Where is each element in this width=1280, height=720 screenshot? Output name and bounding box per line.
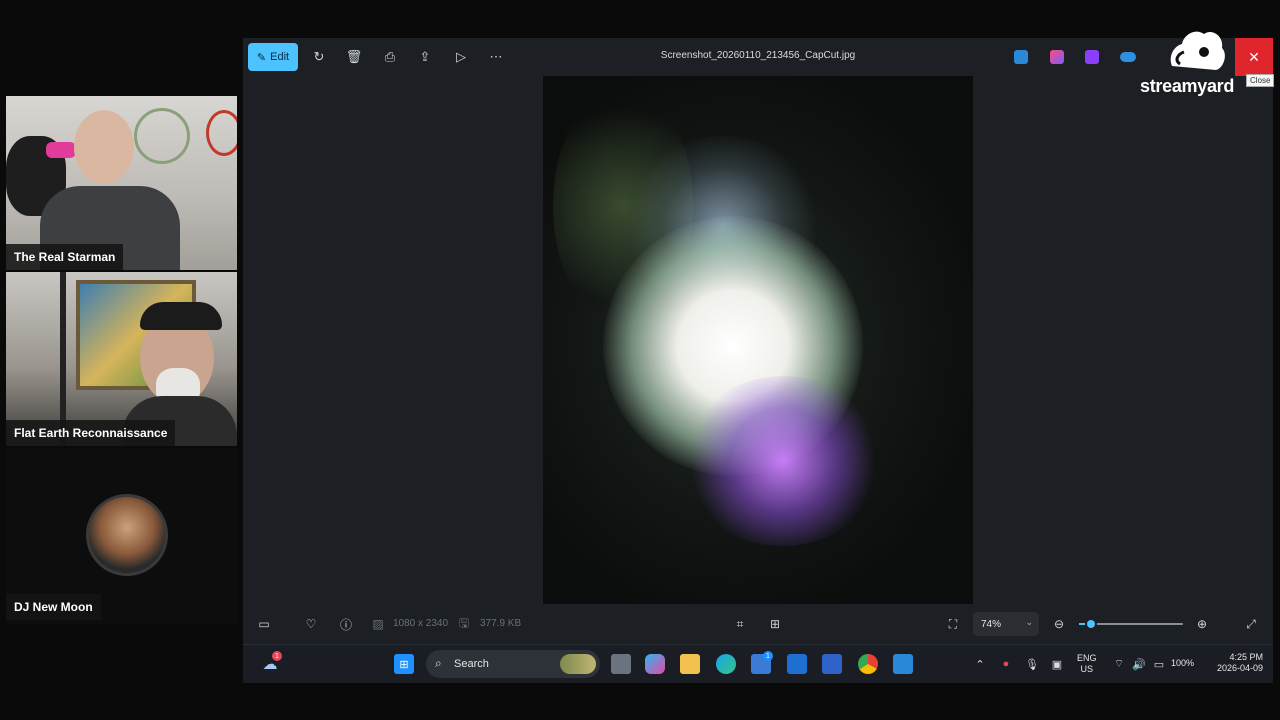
close-button[interactable]: ✕ xyxy=(1235,38,1273,76)
image-viewer[interactable] xyxy=(543,76,973,604)
weather-icon[interactable]: ☁ 1 xyxy=(260,651,282,674)
file-size: 377.9 KB xyxy=(480,618,522,629)
participant-name: DJ New Moon xyxy=(6,594,101,620)
volume-icon[interactable]: 🔊 xyxy=(1129,654,1149,674)
windows-taskbar: ☁ 1 ⊞ ⌕ Search 1 ⌃ ● 🎙 ▣ ENG US ⌔ 🔊 ▭ 10… xyxy=(243,644,1273,683)
start-icon[interactable]: ⊞ xyxy=(394,654,414,674)
battery-icon[interactable]: ▭ xyxy=(1149,654,1169,674)
task-view-icon[interactable] xyxy=(611,654,631,674)
fit-to-window-icon[interactable]: ⛶ xyxy=(944,615,962,633)
close-tooltip: Close xyxy=(1246,74,1275,87)
dimensions-icon: ▨ xyxy=(372,617,384,631)
search-highlight-image xyxy=(560,654,596,674)
language-indicator[interactable]: ENG US xyxy=(1077,653,1097,675)
zoom-in-icon[interactable]: ⊕ xyxy=(1193,615,1211,633)
region-code: US xyxy=(1080,664,1094,674)
zoom-slider[interactable] xyxy=(1079,618,1183,630)
photos-status-bar: ▭ ♡ ⓘ ▨ 1080 x 2340 🖫 377.9 KB ⌗ ⊞ ⛶ 74%… xyxy=(243,608,1273,640)
file-explorer-icon[interactable] xyxy=(680,654,700,674)
copilot-icon[interactable] xyxy=(645,654,665,674)
edge-icon[interactable] xyxy=(716,654,736,674)
wifi-icon[interactable]: ⌔ xyxy=(1109,654,1129,674)
mail-icon[interactable] xyxy=(787,654,807,674)
participant-name: The Real Starman xyxy=(6,244,124,270)
store-icon[interactable]: 1 xyxy=(751,651,773,674)
onedrive-icon[interactable] xyxy=(1120,52,1136,62)
app-tray-icon[interactable]: ● xyxy=(996,654,1016,674)
file-name: Screenshot_20260110_213456_CapCut.jpg xyxy=(660,50,856,61)
info-icon[interactable]: ⓘ xyxy=(337,615,355,633)
outlook-icon[interactable] xyxy=(822,654,842,674)
tray-window-icon[interactable]: ▣ xyxy=(1047,654,1067,674)
language-code: ENG xyxy=(1077,653,1097,663)
avatar xyxy=(86,494,168,576)
battery-level: 100% xyxy=(1171,658,1195,668)
chrome-icon[interactable] xyxy=(858,654,878,674)
zoom-value: 74% xyxy=(981,618,1002,630)
participant-tile-1: The Real Starman xyxy=(6,96,237,270)
zoom-slider-thumb[interactable] xyxy=(1085,618,1098,630)
clock[interactable]: 4:25 PM 2026-04-09 xyxy=(1205,652,1263,674)
participant-tile-3: DJ New Moon xyxy=(6,448,237,624)
taskbar-search[interactable]: ⌕ Search xyxy=(426,650,600,678)
clipchamp-icon[interactable] xyxy=(1085,50,1099,64)
store-badge: 1 xyxy=(763,651,773,661)
streamyard-logo-icon xyxy=(1170,31,1225,70)
designer-icon[interactable] xyxy=(1050,50,1064,64)
zoom-dropdown[interactable]: 74% ⌄ xyxy=(973,612,1039,636)
search-icon: ⌕ xyxy=(435,656,442,670)
photos-app-window: ✎ Edit ↻ 🗑 ⎙ ⇪ ▷ ⋯ Screenshot_20260110_2… xyxy=(243,38,1275,644)
chevron-up-icon[interactable]: ⌃ xyxy=(970,654,990,674)
streamyard-wordmark: streamyard xyxy=(1140,76,1235,96)
photos-taskbar-icon[interactable] xyxy=(893,654,913,674)
fullscreen-icon[interactable]: ⤢ xyxy=(1242,615,1260,633)
text-extract-icon[interactable]: ⊞ xyxy=(766,615,784,633)
clock-date: 2026-04-09 xyxy=(1216,663,1263,673)
chevron-down-icon: ⌄ xyxy=(1025,617,1033,627)
clock-time: 4:25 PM xyxy=(1229,652,1263,662)
filmstrip-icon[interactable]: ▭ xyxy=(255,615,273,633)
photos-toolbar: ✎ Edit ↻ 🗑 ⎙ ⇪ ▷ ⋯ Screenshot_20260110_2… xyxy=(243,38,1275,87)
favorite-icon[interactable]: ♡ xyxy=(302,615,320,633)
photo-editor-icon[interactable] xyxy=(1014,50,1028,64)
file-size-icon: 🖫 xyxy=(458,615,470,630)
image-dimensions: 1080 x 2340 xyxy=(393,618,449,629)
participant-tile-2: Flat Earth Reconnaissance xyxy=(6,272,237,446)
zoom-out-icon[interactable]: ⊖ xyxy=(1050,615,1068,633)
search-label: Search xyxy=(454,658,489,670)
visual-search-icon[interactable]: ⌗ xyxy=(731,615,749,633)
microphone-icon[interactable]: 🎙 xyxy=(1022,654,1042,674)
participant-name: Flat Earth Reconnaissance xyxy=(6,420,176,446)
weather-badge: 1 xyxy=(272,651,282,661)
